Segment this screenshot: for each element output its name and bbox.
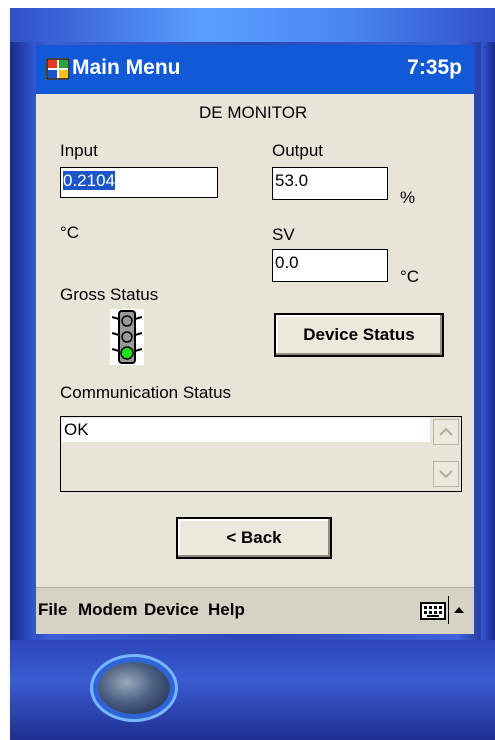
keyboard-icon[interactable]	[420, 602, 446, 620]
menu-bar: File Modem Device Help	[36, 587, 474, 634]
up-arrow-icon[interactable]	[452, 604, 466, 616]
menu-divider	[448, 596, 449, 624]
title-bar: Main Menu 7:35p	[36, 45, 474, 94]
output-value: 53.0	[275, 171, 309, 190]
pda-screen: Main Menu 7:35p DE MONITOR Input 0.2104 …	[36, 45, 474, 634]
comm-status-text: OK	[62, 418, 430, 442]
sv-unit: °C	[400, 267, 420, 286]
clock-time[interactable]: 7:35p	[407, 56, 462, 80]
comm-status-textarea[interactable]: OK	[60, 416, 462, 492]
device-left-bezel	[10, 42, 36, 682]
input-unit: °C	[60, 223, 80, 242]
device-top-strip	[10, 8, 495, 42]
back-button[interactable]: < Back	[176, 517, 332, 559]
input-label: Input	[60, 141, 98, 160]
sv-value: 0.0	[275, 253, 299, 272]
device-right-bezel	[481, 42, 495, 682]
input-field[interactable]: 0.2104	[60, 167, 218, 198]
menu-modem[interactable]: Modem	[78, 600, 138, 620]
scroll-down-icon	[439, 470, 453, 479]
output-label: Output	[272, 141, 324, 160]
sv-label: SV	[272, 225, 295, 244]
window-grid-icon[interactable]	[46, 58, 70, 80]
menu-help[interactable]: Help	[208, 600, 245, 620]
scroll-up-icon	[439, 427, 453, 436]
gross-status-label: Gross Status	[60, 285, 159, 304]
menu-file[interactable]: File	[38, 600, 67, 620]
device-bottom-band	[10, 640, 495, 740]
window-title: Main Menu	[72, 56, 181, 79]
scroll-up-button[interactable]	[433, 419, 459, 445]
sv-field[interactable]: 0.0	[272, 249, 388, 282]
menu-device[interactable]: Device	[144, 600, 199, 620]
traffic-light-icon	[110, 309, 144, 365]
output-field[interactable]: 53.0	[272, 167, 388, 200]
page-heading: DE MONITOR	[199, 103, 308, 122]
device-status-button[interactable]: Device Status	[274, 313, 444, 357]
input-value: 0.2104	[63, 171, 115, 190]
hardware-action-button[interactable]	[98, 662, 170, 714]
comm-status-label: Communication Status	[60, 383, 232, 402]
scroll-down-button[interactable]	[433, 461, 459, 487]
output-unit: %	[400, 188, 416, 207]
